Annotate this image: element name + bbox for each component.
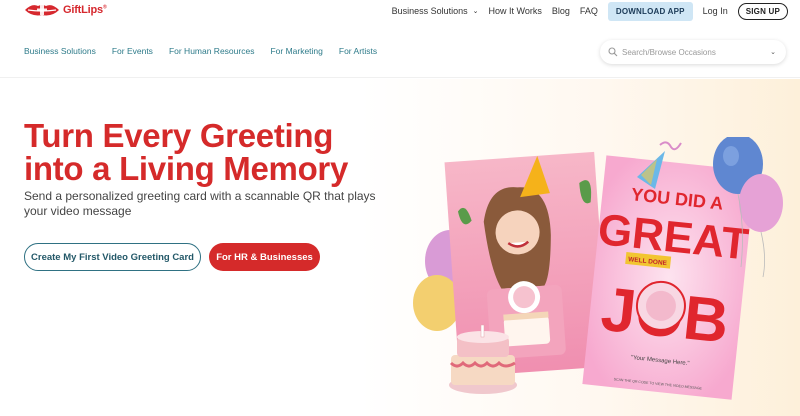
create-video-card-button[interactable]: Create My First Video Greeting Card (24, 243, 201, 271)
headline-line1: Turn Every Greeting (24, 117, 334, 154)
cake-illustration (449, 324, 517, 394)
occasion-search[interactable]: Search/Browse Occasions ⌄ (600, 40, 786, 64)
nav-how-it-works-label: How It Works (488, 6, 542, 16)
headline-line2: into a Living Memory (24, 150, 349, 187)
secondary-nav: Business Solutions For Events For Human … (0, 22, 800, 78)
secondary-nav-links: Business Solutions For Events For Human … (24, 46, 377, 56)
subnav-for-human-resources[interactable]: For Human Resources (169, 46, 255, 56)
nav-faq-label: FAQ (579, 6, 598, 16)
nav-business-solutions[interactable]: Business Solutions ⌄ (392, 6, 479, 16)
registered-mark: ® (102, 4, 107, 11)
greeting-cards-artwork: YOU DID A GREAT WELL DONE JOB "Your Mess… (413, 134, 783, 400)
nav-business-solutions-label: Business Solutions (391, 6, 468, 16)
hero-subtitle: Send a personalized greeting card with a… (24, 189, 376, 218)
subnav-for-artists[interactable]: For Artists (339, 46, 377, 56)
top-bar: GiftLips® Business Solutions ⌄ How It Wo… (0, 0, 800, 22)
nav-faq[interactable]: FAQ (580, 6, 598, 16)
subnav-for-events[interactable]: For Events (112, 46, 153, 56)
subnav-for-marketing[interactable]: For Marketing (270, 46, 322, 56)
hero-illustration: YOU DID A GREAT WELL DONE JOB "Your Mess… (405, 134, 800, 416)
pink-balloon (739, 174, 783, 232)
search-placeholder: Search/Browse Occasions (622, 47, 716, 57)
hr-businesses-button[interactable]: For HR & Businesses (209, 243, 320, 271)
top-nav: Business Solutions ⌄ How It Works Blog F… (392, 1, 788, 21)
nav-how-it-works[interactable]: How It Works (489, 6, 542, 16)
download-app-button[interactable]: DOWNLOAD APP (607, 1, 693, 21)
signup-button[interactable]: SIGN UP (737, 2, 788, 20)
logo[interactable]: GiftLips® (24, 2, 107, 18)
search-icon (608, 47, 618, 57)
lips-logo-icon (25, 5, 59, 16)
hero-section: YOU DID A GREAT WELL DONE JOB "Your Mess… (0, 79, 800, 416)
chevron-down-icon[interactable]: ⌄ (770, 48, 776, 56)
login-label: Log In (702, 6, 728, 16)
nav-blog[interactable]: Blog (552, 6, 570, 16)
brand-name: GiftLips (63, 4, 103, 16)
hero-headline: Turn Every Greeting into a Living Memory (24, 119, 348, 185)
chevron-down-icon: ⌄ (472, 8, 479, 15)
login-link[interactable]: Log In (703, 6, 728, 16)
nav-blog-label: Blog (551, 6, 570, 16)
subnav-business-solutions[interactable]: Business Solutions (24, 46, 96, 56)
